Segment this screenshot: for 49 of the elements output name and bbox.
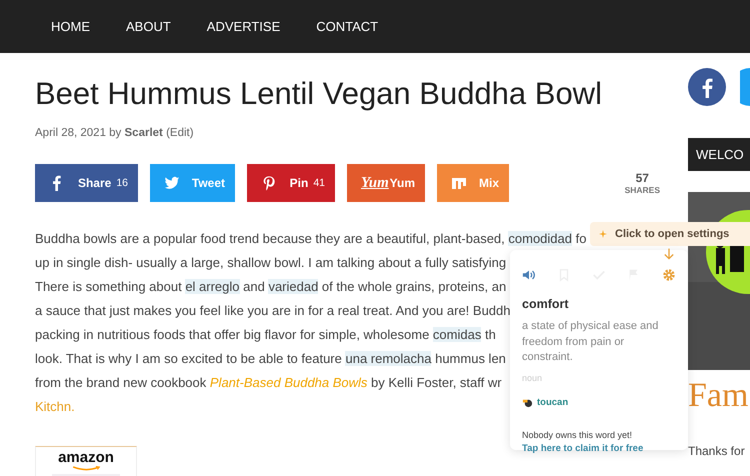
nav-link[interactable]: CONTACT bbox=[316, 19, 378, 34]
body-text: from the brand new cookbook bbox=[35, 375, 208, 390]
body-text: by Kelli Foster, staff wr bbox=[370, 375, 502, 390]
share-button[interactable]: Share 16 bbox=[35, 164, 138, 202]
definition-text: a state of physical ease and freedom from pain or constraint. bbox=[522, 319, 660, 365]
body-text: up in single dish- usually a large, shallow bowl. I am talking about a fully satisfying bbox=[35, 255, 506, 270]
widget-text: Thanks for bbox=[688, 444, 746, 458]
body-text: Buddha bowls are a popular food trend because they are a beautiful, plant-based, bbox=[35, 231, 506, 246]
body-text: packing in nutritious foods that offer big flavor for simple, wholesome bbox=[35, 327, 430, 342]
nav-link[interactable]: HOME bbox=[51, 19, 90, 34]
settings-tooltip[interactable]: Click to open settings bbox=[590, 222, 750, 246]
down-arrow-icon bbox=[664, 248, 674, 261]
byline: April 28, 2021 by Scarlet (Edit) bbox=[35, 127, 195, 139]
body-text: and bbox=[242, 279, 266, 294]
body-text: th bbox=[484, 327, 496, 342]
translated-word: comfort bbox=[522, 297, 570, 311]
article-title: Beet Hummus Lentil Vegan Buddha Bowl bbox=[35, 75, 603, 113]
share-button[interactable]: YumYum bbox=[347, 164, 425, 202]
highlighted-word: variedad bbox=[268, 279, 318, 294]
body-text: of the whole grains, proteins, an bbox=[320, 279, 506, 294]
facebook-icon[interactable] bbox=[688, 68, 726, 106]
brand-name: toucan bbox=[537, 396, 568, 408]
body-text: There is something about bbox=[35, 279, 183, 294]
highlighted-word: el arreglo bbox=[185, 279, 240, 294]
amazon-logo: amazon bbox=[58, 450, 114, 466]
body-text: look. That is why I am so excited to be able to feature bbox=[35, 351, 343, 366]
bird-icon bbox=[164, 175, 180, 191]
speaker-icon[interactable] bbox=[522, 268, 536, 282]
nav-link[interactable]: ADVERTISE bbox=[206, 19, 280, 34]
share-count: 57 bbox=[636, 171, 649, 185]
highlighted-word: comidas bbox=[432, 327, 482, 342]
widget-title: Fam bbox=[688, 376, 750, 416]
sparkle-icon bbox=[599, 230, 607, 238]
widget-heading: WELCO bbox=[688, 138, 750, 171]
mix-icon bbox=[451, 175, 467, 191]
settings-icon[interactable] bbox=[662, 268, 676, 282]
shares-label: SHARES bbox=[624, 185, 660, 195]
highlighted-word: comodidad bbox=[508, 231, 572, 246]
share-button[interactable]: Pin 41 bbox=[247, 164, 335, 202]
nav-link[interactable]: ABOUT bbox=[126, 19, 171, 34]
amazon-widget[interactable]: amazon bbox=[35, 446, 137, 476]
claim-link[interactable]: Tap here to claim it for free bbox=[522, 442, 676, 454]
highlighted-word: una remolacha bbox=[345, 351, 432, 366]
body-text: hummus len bbox=[434, 351, 506, 366]
pin-icon bbox=[261, 175, 277, 191]
yummly-logo: Yum bbox=[361, 174, 389, 192]
body-text: fo bbox=[574, 231, 586, 246]
footer-note: Nobody owns this word yet! bbox=[522, 430, 634, 440]
body-text: a sauce that just makes you feel like you are in for a real treat. And you are! Buddh bbox=[35, 303, 510, 318]
